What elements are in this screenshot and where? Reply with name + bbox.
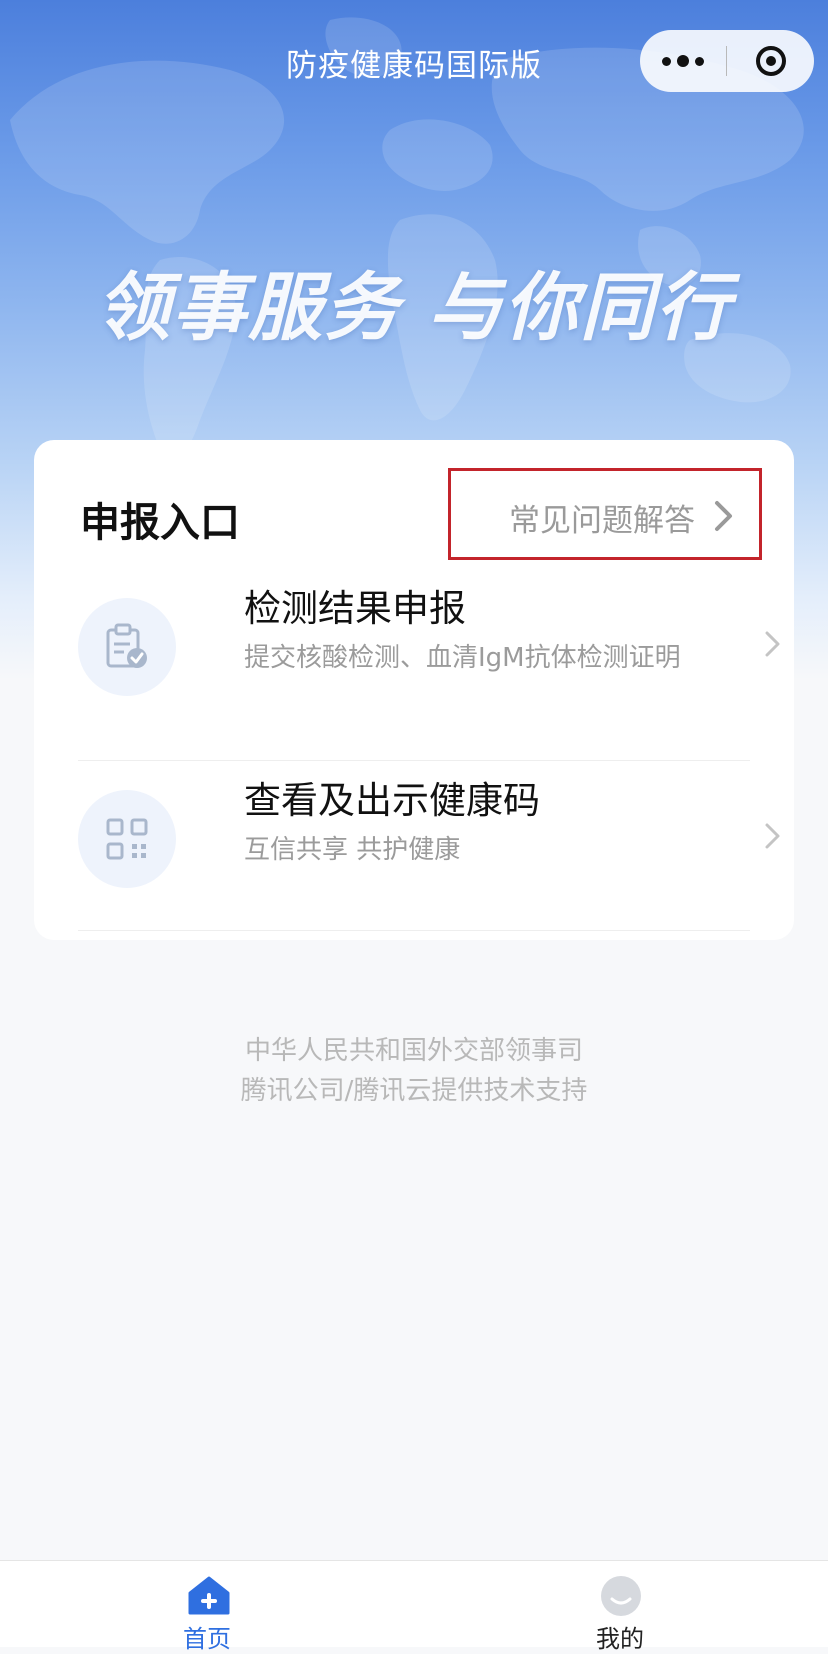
tab-bar: 首页 我的	[0, 1560, 828, 1653]
home-icon	[188, 1576, 230, 1615]
list-item-test-result[interactable]: 检测结果申报 提交核酸检测、血清IgM抗体检测证明	[78, 578, 780, 750]
qr-code-icon	[78, 790, 176, 888]
list-divider	[78, 930, 750, 931]
list-item-subtitle: 互信共享 共护健康	[244, 835, 461, 865]
declaration-title: 申报入口	[80, 500, 240, 546]
footer-support: 腾讯公司/腾讯云提供技术支持	[240, 1076, 588, 1106]
declaration-card: 申报入口 常见问题解答 检测结果申报 提交核酸检测、血清IgM抗体检测证明 查看…	[34, 440, 794, 940]
faq-link[interactable]: 常见问题解答	[448, 468, 762, 560]
more-dots-icon[interactable]	[640, 30, 726, 92]
tab-home[interactable]: 首页	[107, 1561, 307, 1653]
mini-program-capsule	[640, 30, 814, 92]
list-divider	[78, 760, 750, 761]
chevron-right-icon	[715, 501, 732, 531]
faq-label: 常见问题解答	[509, 503, 695, 539]
user-icon	[601, 1576, 641, 1616]
list-item-subtitle: 提交核酸检测、血清IgM抗体检测证明	[244, 643, 681, 673]
chevron-right-icon	[765, 631, 780, 657]
capsule-close-icon[interactable]	[727, 30, 814, 92]
chevron-right-icon	[765, 823, 780, 849]
tab-label: 我的	[596, 1625, 644, 1653]
list-item-title: 检测结果申报	[244, 587, 466, 630]
banner-slogan: 领事服务 与你同行	[96, 265, 732, 351]
tab-me[interactable]: 我的	[520, 1561, 720, 1653]
list-item-title: 查看及出示健康码	[244, 779, 540, 822]
tab-label: 首页	[183, 1625, 231, 1653]
list-item-health-code[interactable]: 查看及出示健康码 互信共享 共护健康	[78, 770, 780, 930]
clipboard-check-icon	[78, 598, 176, 696]
footer-ministry: 中华人民共和国外交部领事司	[244, 1036, 583, 1066]
